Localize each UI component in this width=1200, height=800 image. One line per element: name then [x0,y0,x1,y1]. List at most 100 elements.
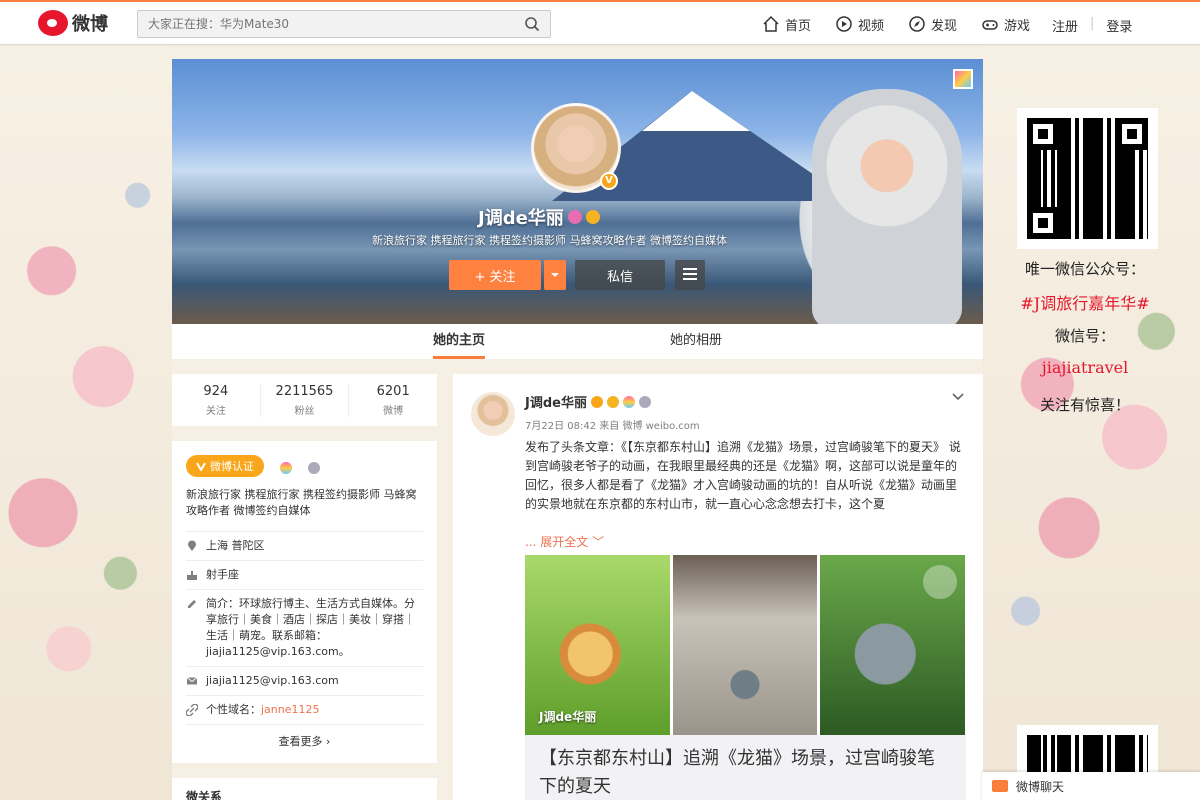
profile-name-text: J调de华丽 [478,208,564,229]
chevron-down-icon[interactable] [951,390,965,404]
qr-finder-top-left [1027,118,1059,150]
info-domain-label: 个性域名： [206,703,261,716]
stat-posts-label: 微博 [383,405,404,417]
wechat-line-1: 唯一微信公众号： [1024,260,1145,278]
tab-album[interactable]: 她的相册 [670,324,722,359]
login-link[interactable]: 登录 [1106,16,1132,35]
expand-full-text-link[interactable]: ... 展开全文 ﹀ [525,533,965,551]
post-photo-3[interactable] [820,555,966,735]
nav-video-label: 视频 [858,18,885,34]
skin-icon[interactable] [953,69,973,89]
follow-button[interactable]: + 关注 [449,260,541,290]
info-domain: 个性域名：janne1125 [186,696,423,725]
post-avatar[interactable] [471,392,515,436]
stat-fans-num: 2211565 [275,383,334,399]
female-icon [567,210,582,224]
search-box [137,10,551,38]
see-more-link[interactable]: 查看更多 › [186,725,423,759]
stat-following-label: 关注 [205,405,226,417]
post-photos: J调de华丽 [525,555,966,735]
stat-following[interactable]: 924 关注 [172,383,261,417]
info-domain-link[interactable]: janne1125 [261,703,320,716]
info-location: 上海 普陀区 [186,532,423,561]
lightning-icon [923,565,958,599]
location-pin-icon [188,540,196,551]
nav-video[interactable]: 视频 [835,15,884,34]
stat-posts[interactable]: 6201 微博 [349,384,437,417]
balloon-medal-icon [622,395,635,408]
weibo-logo[interactable]: 微博 [38,10,108,36]
post-photo-2[interactable] [672,555,818,735]
search-icon[interactable] [524,16,540,32]
more-menu-button[interactable] [675,260,705,290]
register-link[interactable]: 注册 [1052,16,1078,35]
info-zodiac-text: 射手座 [206,568,239,581]
nav-home-label: 首页 [785,18,812,34]
nav-games[interactable]: 游戏 [981,15,1030,34]
stat-posts-num: 6201 [376,383,410,399]
stat-following-num: 924 [203,383,229,399]
info-location-text: 上海 普陀区 [206,539,265,552]
profile-description: 新浪旅行家 携程旅行家 携程签约摄影师 马蜂窝攻略作者 微博签约自媒体 [372,234,727,247]
wechat-line-4: jiajiatravel [1041,358,1129,377]
message-button[interactable]: 私信 [575,260,665,290]
chat-label: 微博聊天 [1016,779,1065,794]
cake-icon [187,571,197,580]
profile-name: J调de华丽 [478,204,678,230]
video-icon [836,16,852,32]
wechat-qr-code [1017,108,1158,249]
stat-fans[interactable]: 2211565 粉丝 [261,383,350,417]
verified-badge-label: 微博认证 [210,460,254,473]
home-icon [763,15,779,32]
logo-text: 微博 [72,14,108,35]
info-bio: 简介：环球旅行博主、生活方式自媒体。分享旅行｜美食｜酒店｜探店｜美妆｜穿搭｜生活… [186,590,423,667]
nav-discover-label: 发现 [931,18,958,34]
gamepad-icon [982,20,998,30]
info-email-text: jiajia1125@vip.163.com [206,674,339,687]
balloon-medal-icon[interactable] [279,461,292,474]
silver-medal-icon[interactable] [307,461,320,474]
photo-watermark: J调de华丽 [539,710,597,724]
weibo-chat-bar[interactable]: 微博聊天 [982,772,1200,800]
post-author: J调de华丽 [525,392,965,411]
qr-code-pattern [1027,118,1148,239]
pencil-icon [188,600,196,608]
floral-background-left [0,44,172,800]
nav-home[interactable]: 首页 [762,15,811,34]
menu-icon [683,267,697,280]
qr-finder-top-right [1116,118,1148,150]
wechat-line-2: #J调旅行嘉年华# [1020,294,1150,313]
nav-discover[interactable]: 发现 [908,15,957,34]
info-zodiac: 射手座 [186,561,423,590]
nav-games-label: 游戏 [1004,18,1031,34]
post-meta: 7月22日 08:42 来自 微博 weibo.com [525,421,700,432]
stat-fans-label: 粉丝 [294,405,315,417]
verified-badge: V [600,172,618,190]
info-email: jiajia1125@vip.163.com [186,667,423,696]
weibo-verified-badge[interactable]: 微博认证 [186,455,264,477]
search-input[interactable] [138,11,508,37]
tab-home[interactable]: 她的主页 [432,324,485,359]
verified-v-icon [590,395,603,408]
auth-links: 注册 | 登录 [1052,16,1132,35]
post-text: 发布了头条文章：《【东京都东村山】追溯《龙猫》场景，过宫崎骏笔下的夏天》 说到宫… [525,440,961,511]
wechat-line-3: 微信号： [1054,327,1115,345]
follow-dropdown-button[interactable] [544,260,566,290]
qr-finder-bottom-left [1027,207,1059,239]
wechat-line-5: 关注有惊喜！ [1039,396,1130,414]
profile-stats: 924 关注 2211565 粉丝 6201 微博 [172,374,437,426]
compass-icon [909,16,925,32]
cover-snowcap [642,91,750,131]
post-photo-1[interactable]: J调de华丽 [525,555,670,735]
crown-icon [585,210,600,224]
post-author-name[interactable]: J调de华丽 [525,392,587,411]
info-bio-text: 简介：环球旅行博主、生活方式自媒体。分享旅行｜美食｜酒店｜探店｜美妆｜穿搭｜生活… [206,597,415,658]
wei-relation-title: 微关系 [172,778,437,800]
divider: | [1090,16,1095,31]
top-navbar: 微博 首页 视频 发现 游戏 注册 | 登录 [0,0,1200,44]
weibo-eye-icon [38,10,68,36]
silver-medal-icon [638,395,651,408]
post-header: J调de华丽 7月22日 08:42 来自 微博 weibo.com [525,392,965,432]
article-title[interactable]: 【东京都东村山】追溯《龙猫》场景，过宫崎骏笔下的夏天 [525,735,966,800]
verified-v-icon [196,462,206,471]
